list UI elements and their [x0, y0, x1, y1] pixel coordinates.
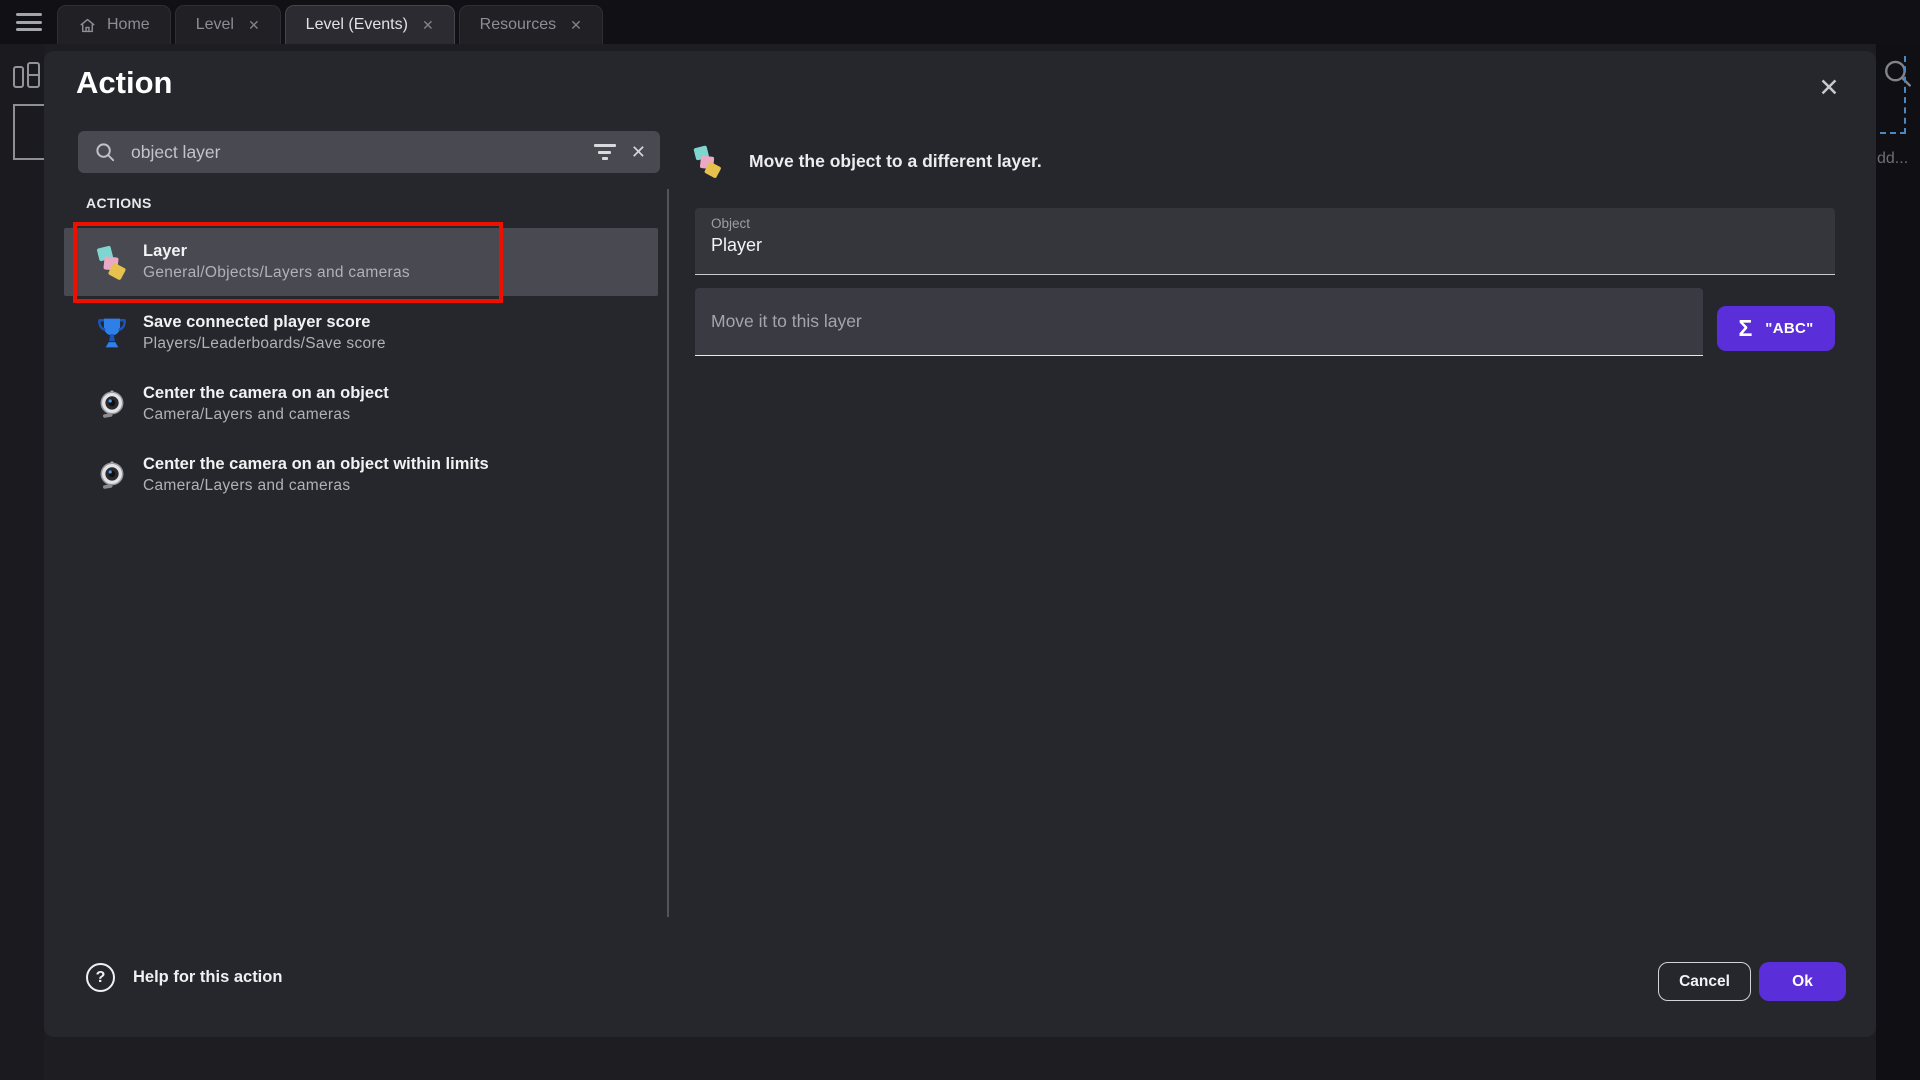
clear-search-icon[interactable]: ✕: [631, 142, 646, 163]
dialog-title: Action: [76, 65, 172, 101]
pane-divider: [667, 189, 669, 917]
section-header: ACTIONS: [86, 195, 152, 211]
truncated-add-text: dd...: [1877, 150, 1919, 168]
layers-icon: [694, 144, 723, 178]
tab-level[interactable]: Level ✕: [175, 5, 281, 44]
item-title: Save connected player score: [143, 313, 386, 332]
item-path: General/Objects/Layers and cameras: [143, 264, 410, 282]
expression-button-label: "ABC": [1765, 320, 1813, 337]
expression-editor-button[interactable]: Σ "ABC": [1717, 306, 1835, 351]
close-icon[interactable]: ✕: [570, 17, 582, 34]
tab-label: Level (Events): [306, 16, 408, 34]
menu-icon[interactable]: [16, 13, 42, 31]
camera-icon: [96, 455, 128, 495]
tab-label: Level: [196, 16, 234, 34]
home-icon: [78, 16, 97, 35]
trophy-icon: [96, 313, 128, 353]
list-item-center-camera-limits[interactable]: Center the camera on an object within li…: [64, 441, 658, 509]
item-title: Center the camera on an object within li…: [143, 455, 489, 474]
help-icon: ?: [86, 963, 115, 992]
tab-label: Home: [107, 16, 150, 34]
cancel-button[interactable]: Cancel: [1658, 962, 1751, 1001]
tab-home[interactable]: Home: [57, 5, 171, 44]
list-item-save-score[interactable]: Save connected player score Players/Lead…: [64, 299, 658, 367]
action-description: Move the object to a different layer.: [749, 151, 1042, 172]
object-field: Object: [695, 208, 1835, 275]
tab-bar: Home Level ✕ Level (Events) ✕ Resources …: [0, 0, 1920, 44]
panels-icon[interactable]: [13, 62, 43, 88]
item-path: Players/Leaderboards/Save score: [143, 335, 386, 353]
left-toolbar: [0, 44, 44, 1080]
sigma-icon: Σ: [1738, 317, 1752, 340]
action-search: ✕: [78, 131, 660, 173]
item-path: Camera/Layers and cameras: [143, 406, 389, 424]
item-title: Center the camera on an object: [143, 384, 389, 403]
close-icon[interactable]: ✕: [248, 17, 260, 34]
gdevelop-app: Home Level ✕ Level (Events) ✕ Resources …: [0, 0, 1920, 1080]
layer-field-input[interactable]: [711, 311, 1687, 332]
layer-field: [695, 288, 1703, 356]
action-dialog: Action ✕ ✕ ACTIONS Layer General/Objects…: [44, 51, 1876, 1037]
filter-icon[interactable]: [593, 144, 617, 160]
right-toolbar: [1876, 44, 1920, 1080]
action-search-input[interactable]: [131, 142, 593, 163]
tab-label: Resources: [480, 16, 556, 34]
close-icon[interactable]: ✕: [1812, 71, 1846, 105]
help-link[interactable]: ? Help for this action: [86, 963, 282, 992]
object-field-label: Object: [711, 216, 1819, 231]
action-list: Layer General/Objects/Layers and cameras…: [64, 228, 658, 509]
tab-level-events[interactable]: Level (Events) ✕: [285, 5, 455, 44]
list-item-center-camera[interactable]: Center the camera on an object Camera/La…: [64, 370, 658, 438]
action-description-row: Move the object to a different layer.: [693, 143, 1042, 179]
item-title: Layer: [143, 242, 410, 261]
object-field-input[interactable]: [711, 235, 1819, 256]
search-icon: [94, 141, 117, 164]
item-path: Camera/Layers and cameras: [143, 477, 489, 495]
close-icon[interactable]: ✕: [422, 17, 434, 34]
tab-strip: Home Level ✕ Level (Events) ✕ Resources …: [57, 5, 603, 44]
list-item-layer[interactable]: Layer General/Objects/Layers and cameras: [64, 228, 658, 296]
help-label: Help for this action: [133, 968, 282, 987]
layers-icon: [96, 242, 128, 282]
ok-button[interactable]: Ok: [1759, 962, 1846, 1001]
camera-icon: [96, 384, 128, 424]
tab-resources[interactable]: Resources ✕: [459, 5, 603, 44]
